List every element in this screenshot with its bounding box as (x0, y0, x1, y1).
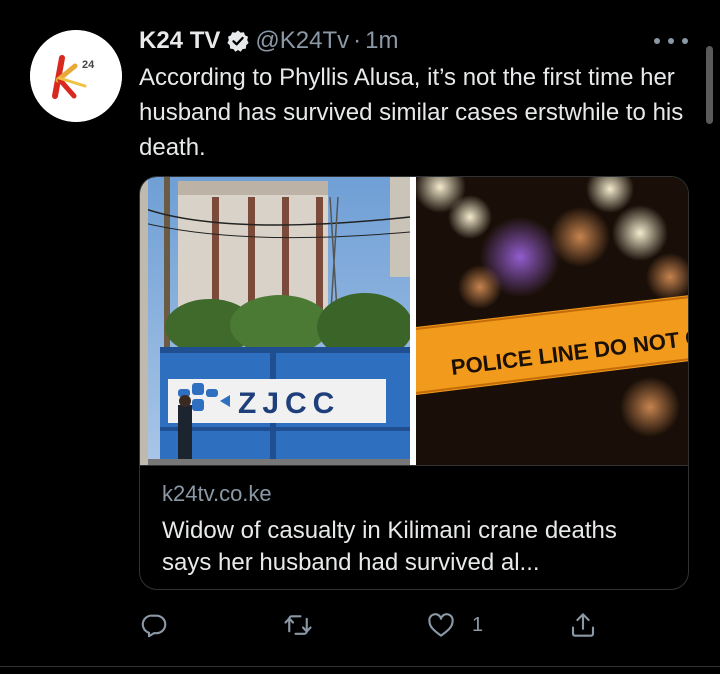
scrollbar[interactable] (706, 46, 713, 124)
zjcc-sign-text: ZJCC (238, 387, 340, 420)
tweet-text: According to Phyllis Alusa, it’s not the… (139, 64, 684, 161)
building-photo: ZJCC (140, 177, 413, 465)
verified-badge-icon (227, 30, 249, 52)
tweet-header: K24 TV @K24Tv · 1m (139, 24, 398, 58)
k24-logo: 24 (30, 30, 122, 122)
timestamp[interactable]: 1m (365, 27, 398, 55)
police-tape-photo: POLICE LINE DO NOT CROSS (414, 177, 688, 465)
more-dot (654, 38, 660, 44)
display-name[interactable]: K24 TV (139, 27, 220, 55)
tweet-separator (0, 666, 720, 667)
tweet[interactable]: 24 K24 TV @K24Tv · 1m According to Phyll… (0, 0, 720, 674)
card-divider (140, 465, 688, 466)
share-button[interactable] (568, 605, 598, 645)
image-divider (410, 177, 416, 465)
separator-dot: · (353, 27, 362, 54)
link-card[interactable]: ZJCC POLICE LINE DO NOT CROSS k24tv.co.k… (139, 176, 689, 590)
card-image[interactable]: ZJCC POLICE LINE DO NOT CROSS (140, 177, 688, 465)
action-bar: 1 (0, 605, 720, 645)
card-domain: k24tv.co.ke (162, 481, 272, 506)
logo-number: 24 (82, 59, 95, 71)
card-image-composite: ZJCC POLICE LINE DO NOT CROSS (140, 177, 688, 465)
reply-icon (141, 614, 167, 638)
heart-icon (428, 613, 454, 637)
more-dot (668, 38, 674, 44)
card-title: Widow of casualty in Kilimani crane deat… (162, 517, 617, 576)
handle[interactable]: @K24Tv (255, 27, 349, 55)
like-count: 1 (472, 613, 484, 636)
more-dot (682, 38, 688, 44)
retweet-button[interactable] (283, 605, 313, 645)
avatar[interactable]: 24 (30, 30, 122, 122)
retweet-icon (284, 615, 312, 635)
like-button[interactable]: 1 (426, 605, 483, 645)
share-icon (571, 613, 595, 637)
more-options-icon[interactable] (654, 33, 688, 49)
reply-button[interactable] (139, 605, 169, 645)
